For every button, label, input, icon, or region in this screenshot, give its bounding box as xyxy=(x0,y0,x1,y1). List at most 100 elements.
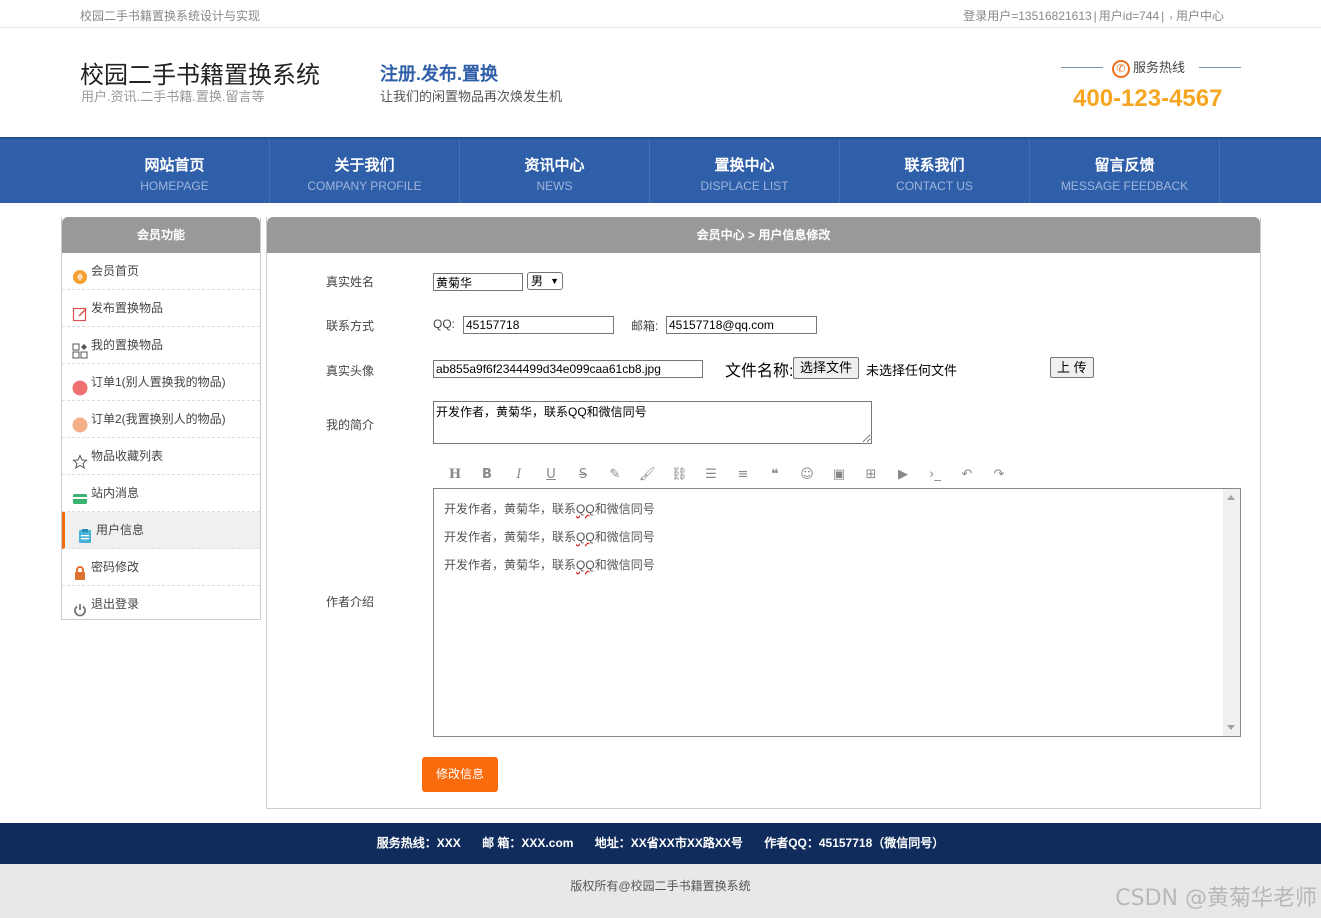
sidebar-item-order1[interactable]: 订单1(别人置换我的物品) xyxy=(62,364,260,401)
email-label: 邮箱: xyxy=(631,319,659,333)
real-name-input[interactable] xyxy=(433,273,523,291)
nav-item-displace[interactable]: 置换中心 DISPLACE LIST xyxy=(650,139,840,203)
email-input[interactable] xyxy=(666,316,817,334)
top-bar: 校园二手书籍置换系统设计与实现 登录用户=13516821613 | 用户id=74… xyxy=(0,0,1321,28)
choose-file-button[interactable]: 选择文件 xyxy=(793,357,860,379)
user-center-link[interactable]: 用户中心 xyxy=(1176,9,1224,23)
undo-icon[interactable]: ↶ xyxy=(959,467,975,483)
nav-sublabel: NEWS xyxy=(536,179,573,193)
brush-icon[interactable]: 🖌 xyxy=(639,467,656,483)
sidebar-item-favorites[interactable]: 物品收藏列表 xyxy=(62,438,260,475)
link-icon[interactable]: ⛓ xyxy=(671,467,688,483)
bold-icon[interactable]: B xyxy=(479,467,495,483)
author-intro-label: 作者介绍 xyxy=(326,595,375,609)
sidebar-item-member-home[interactable]: 会员首页 xyxy=(62,253,260,290)
login-user: 登录用户=13516821613 xyxy=(963,9,1092,23)
main-nav: 网站首页 HOMEPAGE 关于我们 COMPANY PROFILE 资讯中心 … xyxy=(0,137,1321,203)
sidebar-item-label: 密码修改 xyxy=(91,560,140,574)
home-icon xyxy=(72,263,88,284)
editor-text-qq: QQ xyxy=(576,502,595,516)
star-icon xyxy=(72,448,88,469)
nav-item-news[interactable]: 资讯中心 NEWS xyxy=(460,139,650,203)
header: 校园二手书籍置换系统 用户.资讯.二手书籍.置换.留言等 注册.发布.置换 让我… xyxy=(0,29,1321,137)
image-icon[interactable]: ▣ xyxy=(831,467,847,483)
user-status: 登录用户=13516821613 | 用户id=744 | › 用户中心 xyxy=(963,9,1224,23)
nav-item-home[interactable]: 网站首页 HOMEPAGE xyxy=(80,139,270,203)
nav-label: 网站首页 xyxy=(144,157,205,174)
message-icon xyxy=(72,485,88,504)
underline-icon[interactable]: U xyxy=(543,467,559,483)
footer-info: 服务热线：XXX 邮 箱：XXX.com 地址：XX省XX市XX路XX号 作者Q… xyxy=(0,823,1321,864)
editor-scrollbar[interactable] xyxy=(1223,489,1240,736)
nav-item-contact[interactable]: 联系我们 CONTACT US xyxy=(840,139,1030,203)
editor-text: 和微信同号 xyxy=(594,530,655,544)
qq-label: QQ: xyxy=(433,317,456,331)
editor-text-qq: QQ xyxy=(576,530,595,544)
bio-textarea[interactable]: 开发作者，黄菊华，联系QQ和微信同号 xyxy=(433,401,872,444)
sidebar-item-label: 发布置换物品 xyxy=(91,301,164,315)
editor-text: 开发作者，黄菊华，联系 xyxy=(444,558,577,572)
list-icon[interactable]: ☰ xyxy=(703,467,719,483)
sidebar-item-order2[interactable]: 订单2(我置换别人的物品) xyxy=(62,401,260,438)
quote-icon[interactable]: ❝ xyxy=(767,467,783,483)
editor-text-qq: QQ xyxy=(576,558,595,572)
contact-label: 联系方式 xyxy=(326,319,375,333)
scroll-up-icon[interactable] xyxy=(1227,495,1235,500)
sidebar-item-label: 物品收藏列表 xyxy=(91,449,164,463)
real-name-label: 真实姓名 xyxy=(326,275,375,289)
nav-sublabel: COMPANY PROFILE xyxy=(307,179,422,193)
nav-label: 关于我们 xyxy=(334,157,395,174)
redo-icon[interactable]: ↷ xyxy=(991,467,1007,483)
table-icon[interactable]: ⊞ xyxy=(863,467,879,483)
submit-button[interactable]: 修改信息 xyxy=(422,757,498,792)
hotline-number: 400-123-4567 xyxy=(1073,85,1223,112)
footer-email: 邮 箱：XXX.com xyxy=(482,836,574,850)
emoji-icon[interactable]: ☺ xyxy=(799,467,815,483)
order-icon xyxy=(72,374,88,396)
lock-icon xyxy=(72,559,88,580)
italic-icon[interactable]: I xyxy=(511,467,527,483)
hotline-divider-left xyxy=(1061,67,1103,68)
power-icon xyxy=(72,596,88,617)
sidebar-item-user-info[interactable]: 用户信息 xyxy=(62,512,260,549)
member-sidebar: 会员功能 会员首页 发布置换物品 我的置换物品 订单1(别人置换我的物品) 订单… xyxy=(61,217,261,620)
sidebar-item-publish[interactable]: 发布置换物品 xyxy=(62,290,260,327)
eraser-icon[interactable]: ✎ xyxy=(607,467,623,483)
chevron-right-icon: › xyxy=(1169,12,1173,22)
gender-select[interactable]: 男 ▼ xyxy=(527,272,563,290)
editor-text: 开发作者，黄菊华，联系 xyxy=(444,502,577,516)
align-icon[interactable]: ≡ xyxy=(735,467,751,483)
sidebar-item-label: 退出登录 xyxy=(91,597,140,611)
user-info-panel: 会员中心 > 用户信息修改 真实姓名 男▼ 联系方式 QQ: 邮箱: 真实头像 … xyxy=(266,217,1261,809)
code-icon[interactable]: ›_ xyxy=(927,467,943,483)
sidebar-item-label: 订单2(我置换别人的物品) xyxy=(91,412,226,426)
grid-icon xyxy=(72,337,88,359)
qq-input[interactable] xyxy=(463,316,614,334)
avatar-filename-input[interactable] xyxy=(433,360,703,378)
sidebar-item-label: 站内消息 xyxy=(91,486,140,500)
sidebar-item-messages[interactable]: 站内消息 xyxy=(62,475,260,512)
editor-text: 和微信同号 xyxy=(594,558,655,572)
editor-text: 开发作者，黄菊华，联系 xyxy=(444,530,577,544)
heading-icon[interactable]: H xyxy=(447,467,463,483)
strikethrough-icon[interactable]: S xyxy=(575,467,591,483)
bio-label: 我的简介 xyxy=(326,418,375,432)
site-title: 校园二手书籍置换系统 xyxy=(80,62,320,89)
breadcrumb: 会员中心 > 用户信息修改 xyxy=(267,217,1260,253)
scroll-down-icon[interactable] xyxy=(1227,725,1235,730)
sidebar-item-my-items[interactable]: 我的置换物品 xyxy=(62,327,260,364)
editor-paragraph: 开发作者，黄菊华，联系QQ和微信同号 xyxy=(444,556,655,573)
rich-text-editor[interactable]: 开发作者，黄菊华，联系QQ和微信同号 开发作者，黄菊华，联系QQ和微信同号 开发… xyxy=(433,488,1241,737)
sidebar-item-password[interactable]: 密码修改 xyxy=(62,549,260,586)
nav-label: 联系我们 xyxy=(904,157,965,174)
nav-item-about[interactable]: 关于我们 COMPANY PROFILE xyxy=(270,139,460,203)
editor-text: 和微信同号 xyxy=(594,502,655,516)
slogan-subtitle: 让我们的闲置物品再次焕发生机 xyxy=(380,89,563,104)
nav-item-feedback[interactable]: 留言反馈 MESSAGE FEEDBACK xyxy=(1030,139,1220,203)
sidebar-item-label: 会员首页 xyxy=(91,264,140,278)
video-icon[interactable]: ▶ xyxy=(895,467,911,483)
file-name-label: 文件名称: xyxy=(725,363,794,380)
sidebar-item-logout[interactable]: 退出登录 xyxy=(62,586,260,623)
upload-button[interactable]: 上 传 xyxy=(1050,357,1094,378)
no-file-label: 未选择任何文件 xyxy=(866,363,958,378)
